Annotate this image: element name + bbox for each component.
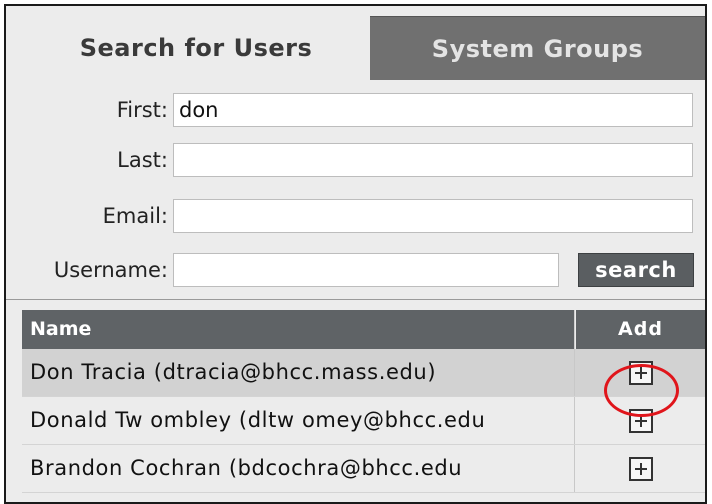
column-header-name: Name [22,310,575,349]
plus-box-icon[interactable] [628,408,653,433]
table-row[interactable]: Brandon Cochran (bdcochra@bhcc.edu [22,445,705,493]
first-label: First: [116,98,168,122]
email-input[interactable] [173,199,693,233]
search-button[interactable]: search [578,253,694,287]
username-input[interactable] [173,253,559,287]
user-name-cell: Brandon Cochran (bdcochra@bhcc.edu [22,445,575,492]
user-search-panel: Search for Users System Groups First: La… [4,4,707,504]
add-cell [576,445,705,492]
table-row[interactable]: Don Tracia (dtracia@bhcc.mass.edu) [22,349,705,397]
user-name-cell: Don Tracia (dtracia@bhcc.mass.edu) [22,349,575,396]
tab-bar: Search for Users System Groups [6,6,705,80]
table-row[interactable]: Donald Tw ombley (dltw omey@bhcc.edu [22,397,705,445]
add-cell [576,397,705,444]
first-name-input[interactable] [173,93,693,127]
username-label-cell: Username: [6,252,168,288]
username-label: Username: [53,258,168,282]
email-label: Email: [102,204,168,228]
tab-search-for-users[interactable]: Search for Users [22,16,370,80]
add-cell [576,349,705,396]
column-header-add: Add [576,310,705,349]
last-label-cell: Last: [6,142,168,178]
email-label-cell: Email: [6,198,168,234]
tab-system-groups[interactable]: System Groups [370,16,705,80]
plus-box-icon[interactable] [628,456,653,481]
divider [6,299,705,300]
user-name-cell: Donald Tw ombley (dltw omey@bhcc.edu [22,397,575,444]
last-label: Last: [117,148,168,172]
first-label-cell: First: [6,92,168,128]
plus-box-icon[interactable] [628,360,653,385]
last-name-input[interactable] [173,143,693,177]
